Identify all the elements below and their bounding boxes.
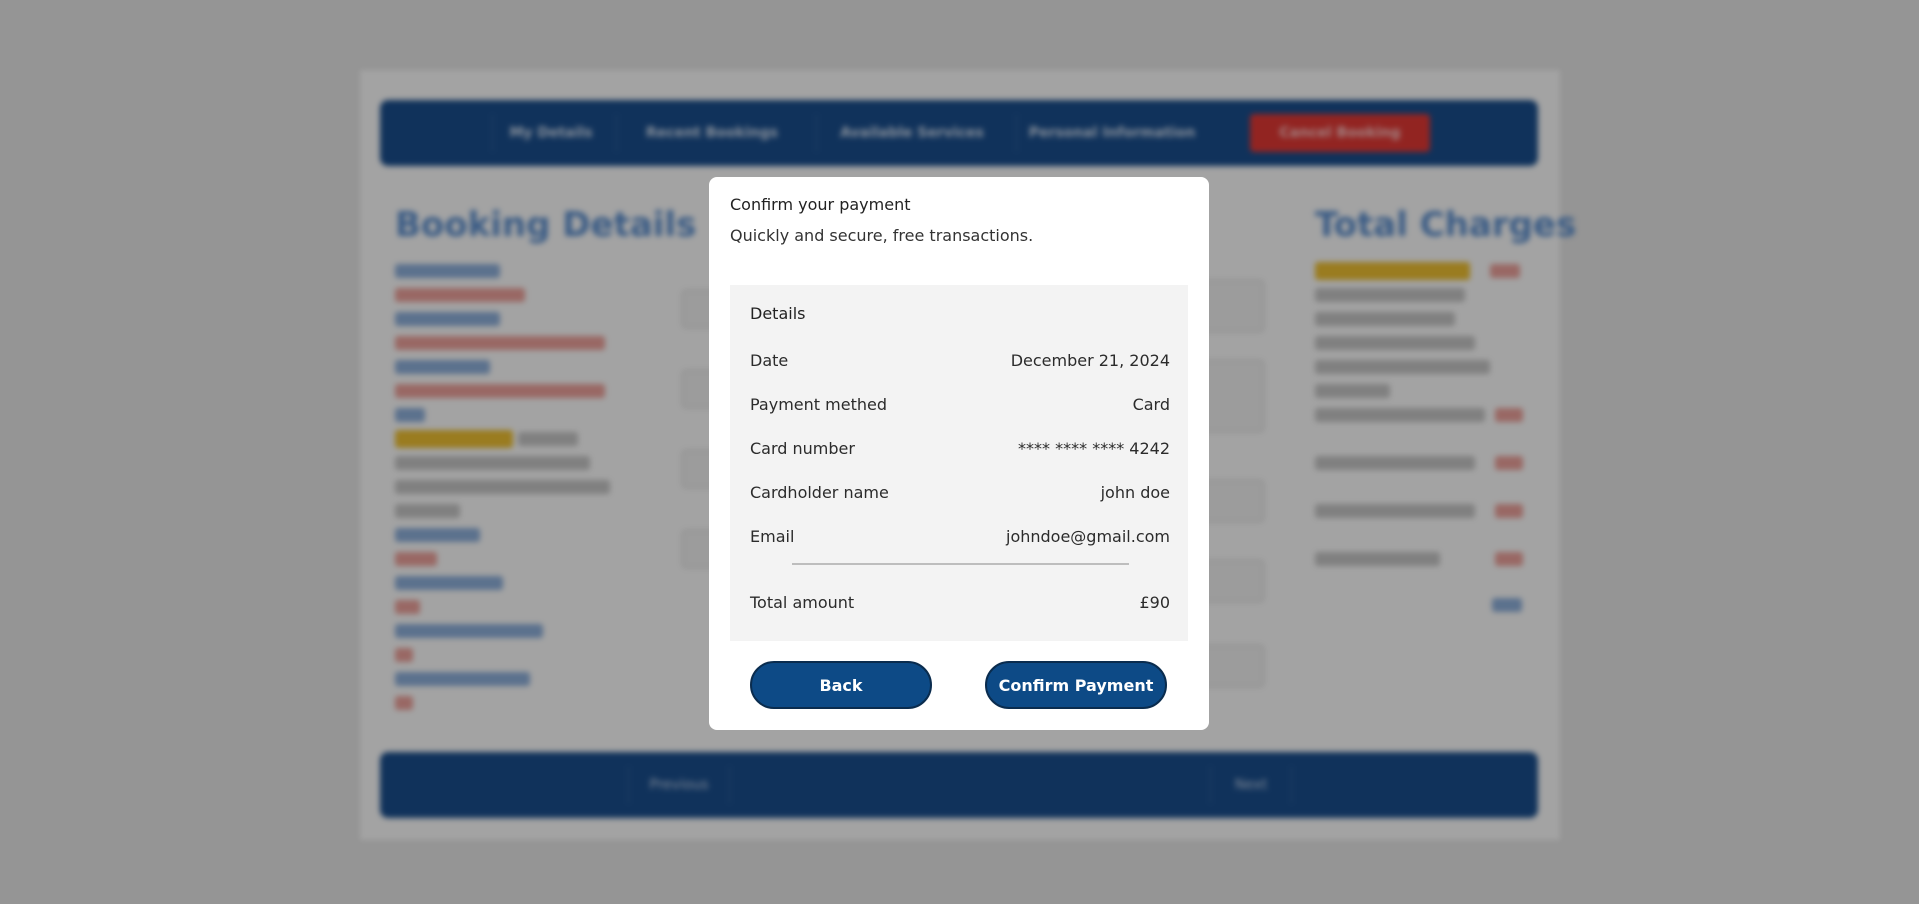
total-value: £90 [1139, 593, 1170, 612]
details-heading: Details [750, 304, 806, 323]
detail-value: Card [1132, 395, 1170, 414]
detail-row-email: Email johndoe@gmail.com [750, 527, 1170, 551]
detail-value: johndoe@gmail.com [1006, 527, 1170, 546]
detail-value: **** **** **** 4242 [1018, 439, 1170, 458]
dialog-subtitle: Quickly and secure, free transactions. [730, 226, 1034, 245]
detail-label: Date [750, 351, 789, 370]
details-divider [792, 563, 1129, 565]
detail-row-total-amount: Total amount £90 [750, 593, 1170, 617]
back-button[interactable]: Back [750, 661, 932, 709]
detail-label: Card number [750, 439, 855, 458]
detail-value: john doe [1100, 483, 1170, 502]
confirm-payment-dialog: Confirm your payment Quickly and secure,… [709, 177, 1209, 730]
detail-row-card-number: Card number **** **** **** 4242 [750, 439, 1170, 463]
confirm-payment-button[interactable]: Confirm Payment [985, 661, 1167, 709]
detail-row-cardholder-name: Cardholder name john doe [750, 483, 1170, 507]
detail-row-date: Date December 21, 2024 [750, 351, 1170, 375]
dialog-title: Confirm your payment [730, 195, 911, 214]
app-viewport: My Details Recent Bookings Available Ser… [0, 0, 1919, 904]
total-label: Total amount [750, 593, 855, 612]
payment-details-panel: Details Date December 21, 2024 Payment m… [730, 285, 1188, 641]
detail-label: Email [750, 527, 795, 546]
detail-row-payment-method: Payment methed Card [750, 395, 1170, 419]
detail-label: Cardholder name [750, 483, 889, 502]
detail-label: Payment methed [750, 395, 887, 414]
detail-value: December 21, 2024 [1010, 351, 1170, 370]
